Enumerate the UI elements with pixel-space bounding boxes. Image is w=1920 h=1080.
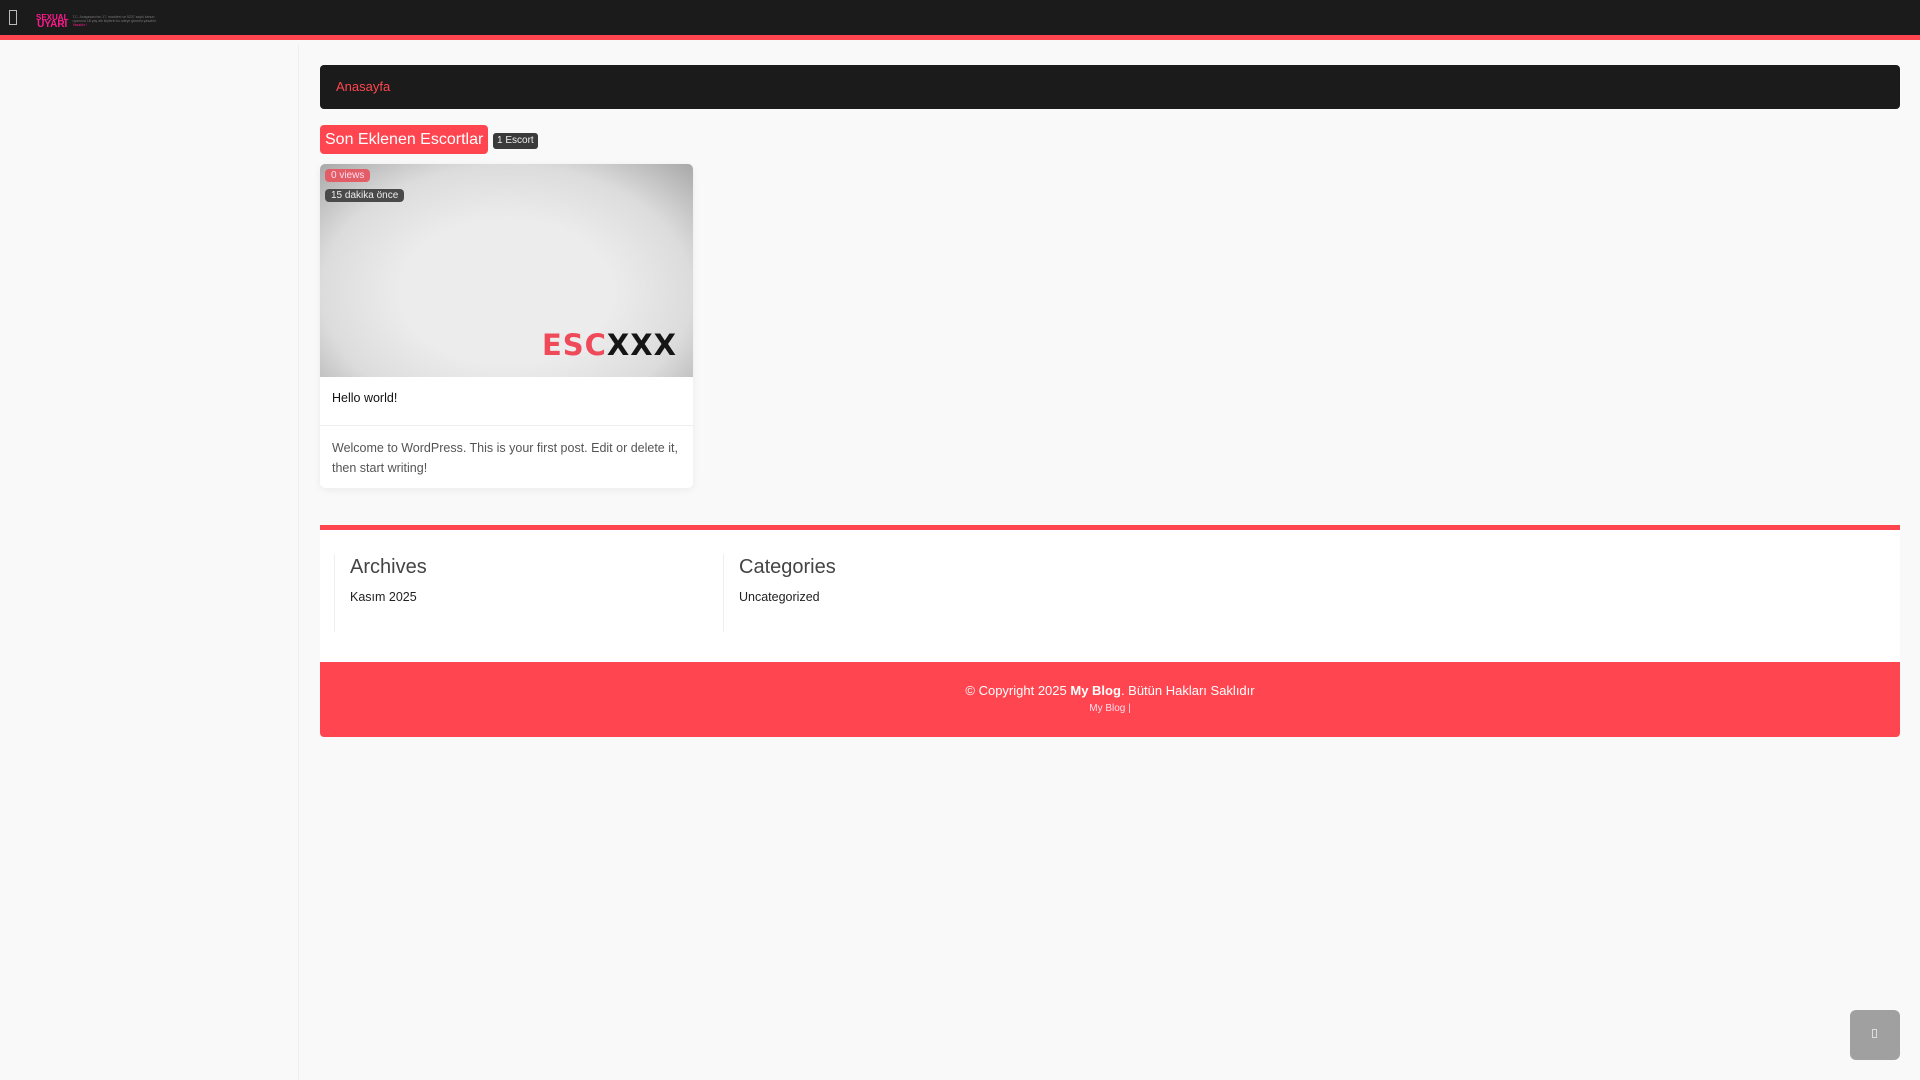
breadcrumb: Anasayfa [320, 65, 1900, 109]
site-logo[interactable]: SEXUAL UYARI T.C. Anayasası'nın 17. madde… [36, 13, 162, 30]
archives-widget: Archives Kasım 2025 [334, 554, 709, 632]
post-thumbnail[interactable]: 0 views 15 dakika önce ESCXXX [320, 164, 693, 377]
archive-link[interactable]: Kasım 2025 [350, 590, 709, 604]
time-badge: 15 dakika önce [325, 189, 405, 202]
sidebar [0, 45, 299, 1080]
arrow-up-icon [1872, 1029, 1877, 1038]
post-excerpt: Welcome to WordPress. This is your first… [332, 441, 678, 475]
menu-icon[interactable] [9, 10, 17, 25]
footer-site-link[interactable]: My Blog [1070, 683, 1121, 698]
copyright: © Copyright 2025 My Blog. Bütün Hakları … [965, 683, 1255, 698]
footer: © Copyright 2025 My Blog. Bütün Hakları … [320, 662, 1900, 737]
categories-title: Categories [739, 556, 836, 578]
scroll-to-top-button[interactable] [1850, 1010, 1900, 1060]
category-link[interactable]: Uncategorized [739, 590, 1098, 604]
post-title[interactable]: Hello world! [320, 377, 693, 426]
footer-meta[interactable]: My Blog | [320, 703, 1900, 714]
breadcrumb-home-link[interactable]: Anasayfa [336, 79, 390, 94]
section-title: Son Eklenen Escortlar [320, 125, 489, 154]
top-bar: SEXUAL UYARI T.C. Anayasası'nın 17. madde… [0, 0, 1920, 40]
footer-widgets: Archives Kasım 2025 Categories Uncategor… [320, 530, 1900, 662]
views-badge: 0 views [325, 169, 371, 182]
logo-warning-text: T.C. Anayasası'nın 17. maddesi ve 5237 s… [72, 15, 157, 27]
thumbnail-brand-logo: ESCXXX [541, 328, 677, 362]
logo-mark: SEXUAL UYARI [36, 13, 69, 30]
archives-title: Archives [350, 556, 427, 578]
post-card[interactable]: 0 views 15 dakika önce ESCXXX Hello worl… [320, 164, 693, 488]
count-badge: 1 Escort [493, 133, 538, 149]
categories-widget: Categories Uncategorized [723, 554, 1098, 632]
